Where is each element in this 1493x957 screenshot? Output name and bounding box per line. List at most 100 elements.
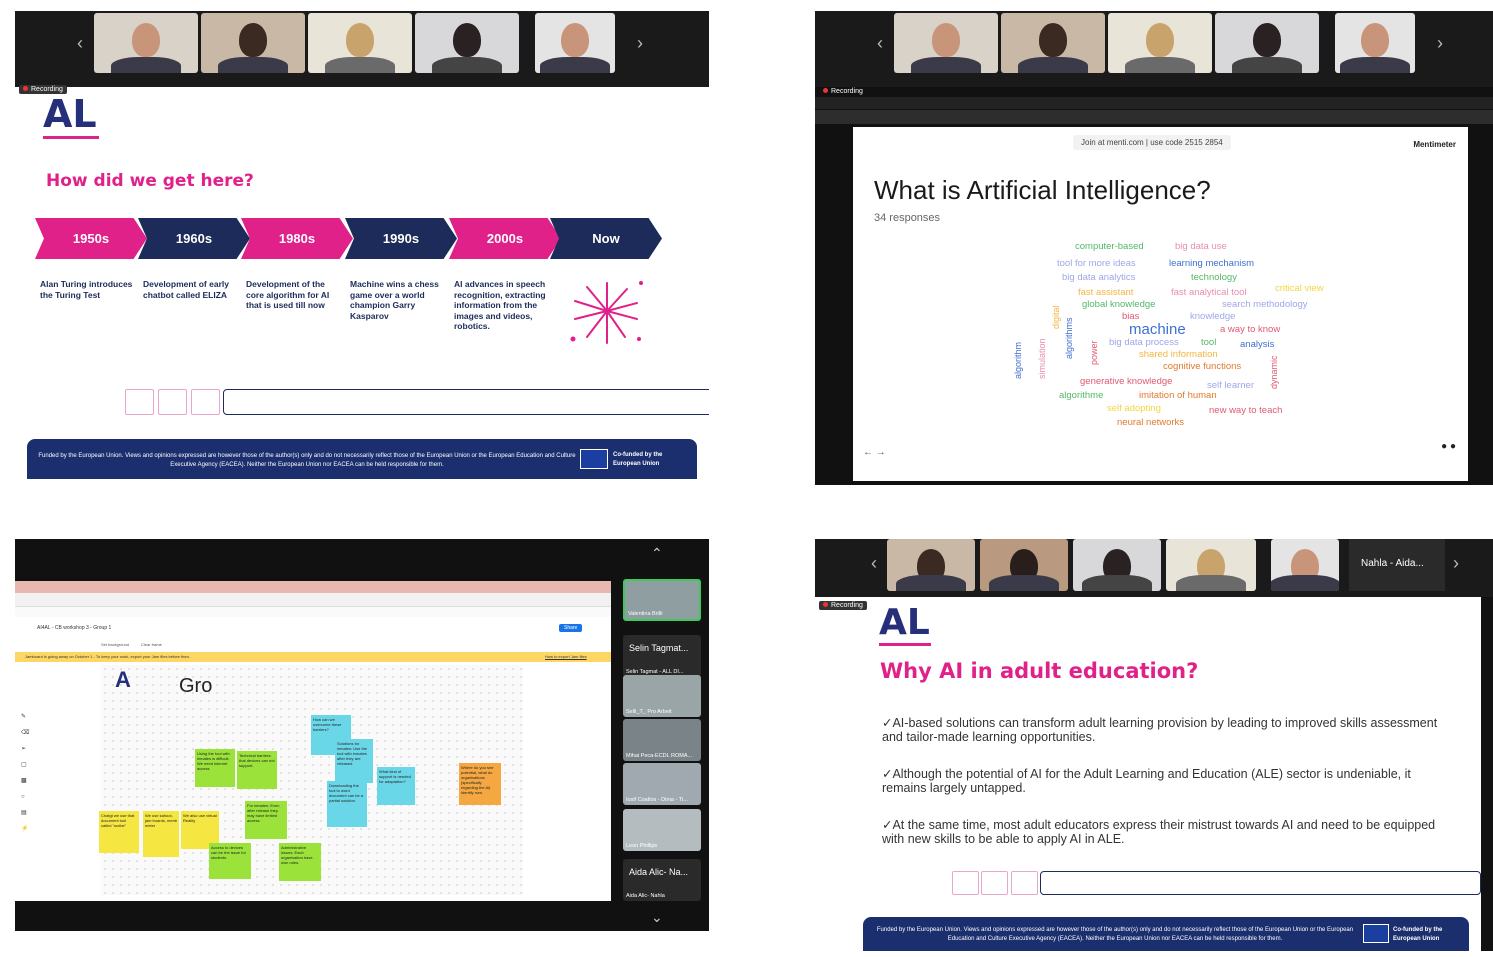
eraser-icon[interactable]: ⌫ <box>21 725 31 741</box>
video-panel-top-right: ‹ › Recording Join at menti.com | use co… <box>815 11 1493 485</box>
fireworks-icon <box>567 277 647 347</box>
participant-tile[interactable]: Selil_T_ Pro Arbeit <box>623 675 701 717</box>
participant-thumbnail[interactable] <box>887 539 975 591</box>
participant-thumbnail[interactable] <box>1073 539 1161 591</box>
video-panel-bottom-left: AI4AL - CB workshop 3 - Group 1 Share Se… <box>15 539 709 931</box>
word-cloud-term: algorithms <box>1064 317 1074 359</box>
chevron-left-icon[interactable]: ‹ <box>877 33 883 54</box>
project-logo: AL <box>43 92 99 139</box>
word-cloud-term: analysis <box>1240 339 1275 350</box>
participant-tile[interactable]: Selin Tagmat... Selin Tagmat - ALL DI... <box>623 635 701 677</box>
participant-thumbnail[interactable] <box>1335 13 1415 73</box>
scroll-up-icon[interactable]: ⌃ <box>651 545 663 562</box>
export-link[interactable]: How to export Jam files <box>545 652 587 662</box>
participant-thumbnail[interactable] <box>1271 539 1339 591</box>
word-cloud-term: critical view <box>1275 283 1324 294</box>
sticky-note[interactable]: Administrative issues: Each organisation… <box>279 843 321 881</box>
sticky-note[interactable]: Where do you see potential, what do orga… <box>459 763 501 805</box>
participant-thumbnail[interactable] <box>980 539 1068 591</box>
sticky-note[interactable]: Technical barriers: that devices can not… <box>237 751 277 789</box>
participant-thumbnail[interactable] <box>201 13 305 73</box>
word-cloud-term: fast analytical tool <box>1171 287 1247 298</box>
join-code: 2515 2854 <box>1184 138 1223 147</box>
participant-thumbnail[interactable] <box>535 13 615 73</box>
sticky-note[interactable]: For inmates: Even after release they may… <box>245 801 287 839</box>
word-cloud-term: shared information <box>1139 349 1218 360</box>
sticky-note[interactable]: Access to devices can be the issue for s… <box>209 843 251 879</box>
timeline-arrow: 1960s <box>138 218 250 259</box>
scroll-down-icon[interactable]: ⌄ <box>651 909 663 926</box>
project-logo: AL <box>879 603 931 646</box>
participant-tile[interactable]: Leon Phillips <box>623 809 701 851</box>
eu-flag-icon <box>1363 924 1389 943</box>
sticky-note[interactable]: Chatgt we use that document tool called … <box>99 811 139 853</box>
chevron-right-icon[interactable]: › <box>1453 553 1459 574</box>
participant-tile[interactable]: Mihai Peca-ECDL ROMA... <box>623 719 701 761</box>
timeline-arrow: 1980s <box>241 218 353 259</box>
participant-thumbnail[interactable] <box>415 13 519 73</box>
participant-strip: ‹ › <box>15 11 709 87</box>
participant-tile[interactable]: Iosif Coatlos - Dima - Ti... <box>623 763 701 805</box>
participant-thumbnail[interactable] <box>1108 13 1212 73</box>
sticky-note-icon[interactable]: ▢ <box>21 757 31 773</box>
timeline-arrow: 2000s <box>449 218 561 259</box>
participant-name-tile[interactable]: Nahla - Aida... <box>1349 539 1445 591</box>
disclaimer-text: Funded by the European Union. Views and … <box>38 453 576 468</box>
sticky-note[interactable]: Using the tool with inmates is difficult… <box>195 749 235 787</box>
sticky-note[interactable]: What kind of support is needed for adapt… <box>377 767 415 805</box>
clear-frame-button[interactable]: Clear frame <box>141 642 162 647</box>
sticky-note[interactable]: Downloading the tool to word document ca… <box>327 781 367 827</box>
share-button[interactable]: Share <box>559 624 583 632</box>
participant-thumbnail[interactable] <box>308 13 412 73</box>
chevron-left-icon[interactable]: ‹ <box>77 33 83 54</box>
eu-flag-icon <box>580 449 608 469</box>
text-box-icon[interactable]: ▤ <box>21 805 31 821</box>
word-cloud-term: global knowledge <box>1082 299 1156 310</box>
participant-tile[interactable]: Valentina Brilli <box>623 579 701 621</box>
word-cloud-term: digital <box>1051 305 1061 329</box>
participant-strip: ‹ Nahla - Aida... › <box>815 539 1493 597</box>
participant-name: Selin Tagmat... <box>629 643 689 653</box>
bullet-point: ✓At the same time, most adult educators … <box>882 818 1436 846</box>
set-background-button[interactable]: Set background <box>101 642 129 647</box>
participant-thumbnail[interactable] <box>894 13 998 73</box>
word-cloud-term: big data use <box>1175 241 1227 252</box>
participant-thumbnail[interactable] <box>1215 13 1319 73</box>
shared-screen: AI4AL - CB workshop 3 - Group 1 Share Se… <box>15 581 611 901</box>
participant-thumbnail[interactable] <box>94 13 198 73</box>
recording-indicator: Recording <box>819 601 867 610</box>
image-icon[interactable]: ▩ <box>21 773 31 789</box>
chevron-right-icon[interactable]: › <box>637 33 643 54</box>
participant-thumbnail[interactable] <box>1001 13 1105 73</box>
sticky-note[interactable]: Solutions for inmates: Use the tool with… <box>335 739 373 783</box>
participant-caption: Valentina Brilli <box>628 611 663 617</box>
circle-icon[interactable]: ○ <box>21 789 31 805</box>
word-cloud-term: new way to teach <box>1209 405 1283 416</box>
laser-icon[interactable]: ⚡ <box>21 821 31 837</box>
chevron-left-icon[interactable]: ‹ <box>871 553 877 574</box>
word-cloud-term: neural networks <box>1117 417 1185 428</box>
pen-icon[interactable]: ✎ <box>21 709 31 725</box>
participant-thumbnail[interactable] <box>1166 539 1256 591</box>
chevron-right-icon[interactable]: › <box>1437 33 1443 54</box>
select-icon[interactable]: ➢ <box>21 741 31 757</box>
bullet-point: ✓Although the potential of AI for the Ad… <box>882 767 1411 795</box>
word-cloud-term: search methodology <box>1222 299 1308 310</box>
eu-funding-footer: Funded by the European Union. Views and … <box>863 917 1469 951</box>
participant-tile[interactable]: Aida Alic- Na... Aida Alic- Nahla <box>623 859 701 901</box>
word-cloud-term: algorithm <box>1013 341 1023 379</box>
word-cloud-term: learning mechanism <box>1169 258 1255 269</box>
question-title: What is Artificial Intelligence? <box>874 175 1211 205</box>
browser-address-bar[interactable] <box>815 110 1493 124</box>
word-cloud-term: cognitive functions <box>1163 361 1242 372</box>
eu-funding-footer: Funded by the European Union. Views and … <box>27 439 697 479</box>
jamboard-toolbar: ✎ ⌫ ➢ ▢ ▩ ○ ▤ ⚡ <box>21 709 31 849</box>
prev-next-nav[interactable]: ← → <box>863 447 886 458</box>
jamboard-title: AI4AL - CB workshop 3 - Group 1 <box>37 625 112 631</box>
reactions-icon[interactable]: ● ● <box>1441 441 1456 452</box>
timeline-description: Machine wins a chess game over a world c… <box>350 279 439 321</box>
timeline-description: Development of early chatbot called ELIZ… <box>143 279 229 300</box>
browser-address-bar[interactable] <box>15 593 611 607</box>
sticky-note[interactable]: We use kahoot, jam boards, menti meter <box>143 811 179 857</box>
frame-heading: Gro <box>179 675 213 697</box>
